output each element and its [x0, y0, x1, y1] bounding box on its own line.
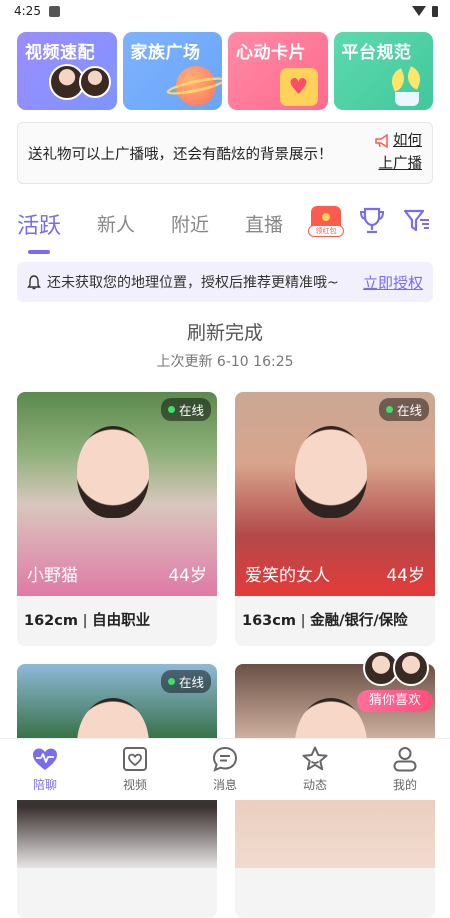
profile-nickname: 爱笑的女人	[245, 561, 330, 586]
profile-photo: 在线 小野猫 44岁	[17, 392, 217, 596]
online-dot-icon	[168, 406, 175, 413]
profile-job: 自由职业	[92, 613, 150, 629]
profile-icon	[391, 745, 419, 773]
guess-you-like-label: 猜你喜欢	[357, 690, 433, 712]
profile-card[interactable]: 在线 小野猫 44岁 162cm | 自由职业	[17, 392, 217, 646]
bell-icon	[27, 275, 41, 290]
heart-box-icon: ♥	[280, 68, 318, 106]
authorize-now-link[interactable]: 立即授权	[363, 272, 423, 293]
refresh-status: 刷新完成 上次更新 6-10 16:25	[0, 318, 450, 371]
profile-height: 163cm	[242, 613, 296, 629]
nav-label: 陪聊	[33, 776, 57, 793]
avatar	[393, 650, 429, 686]
wifi-icon	[412, 6, 426, 16]
nav-label: 动态	[303, 776, 327, 793]
online-label: 在线	[179, 400, 204, 419]
nav-item-chat-companion[interactable]: 陪聊	[0, 739, 90, 800]
avatar	[79, 66, 111, 98]
notification-icon	[49, 6, 60, 17]
how-to-link-line2: 上广播	[379, 156, 423, 172]
star-icon	[301, 745, 329, 773]
nav-item-video[interactable]: 视频	[90, 739, 180, 800]
heartbeat-icon	[31, 745, 59, 773]
nav-item-moments[interactable]: 动态	[270, 739, 360, 800]
profile-face	[77, 426, 149, 518]
profile-job: 金融/银行/保险	[310, 613, 408, 629]
coin-icon	[322, 213, 330, 221]
profile-info: 162cm | 自由职业	[17, 596, 217, 646]
platform-rules-title: 平台规范	[342, 38, 426, 63]
nav-item-profile[interactable]: 我的	[360, 739, 450, 800]
online-label: 在线	[179, 672, 204, 691]
location-permission-text: 还未获取您的地理位置，授权后推荐更精准哦~	[47, 272, 339, 292]
video-match-title: 视频速配	[25, 38, 109, 63]
plant-book-icon	[387, 68, 425, 106]
broadcast-notice-text: 送礼物可以上广播哦，还会有酷炫的背景展示！	[28, 143, 358, 164]
video-heart-icon	[121, 745, 149, 773]
bottom-nav: 陪聊 视频 消息 动态 我的	[0, 738, 450, 800]
tab-live[interactable]: 直播	[245, 198, 283, 237]
online-dot-icon	[386, 406, 393, 413]
family-square-card[interactable]: 家族广场	[123, 32, 223, 110]
heart-card-title: 心动卡片	[236, 38, 320, 63]
family-square-title: 家族广场	[131, 38, 215, 63]
category-tabs: 活跃 新人 附近 直播 领红包	[17, 198, 433, 254]
profile-face	[295, 426, 367, 518]
profile-card[interactable]: 在线 爱笑的女人 44岁 163cm | 金融/银行/保险	[235, 392, 435, 646]
tab-nearby[interactable]: 附近	[171, 198, 209, 237]
how-to-link-line1: 如何	[393, 133, 422, 149]
profile-info: 163cm | 金融/银行/保险	[235, 596, 435, 646]
megaphone-icon	[375, 134, 391, 148]
nav-label: 视频	[123, 776, 147, 793]
platform-rules-card[interactable]: 平台规范	[334, 32, 434, 110]
status-bar: 4:25	[0, 0, 450, 22]
nav-label: 我的	[393, 776, 417, 793]
red-packet-button[interactable]: 领红包	[311, 206, 341, 236]
video-match-card[interactable]: 视频速配	[17, 32, 117, 110]
nav-item-messages[interactable]: 消息	[180, 739, 270, 800]
nav-label: 消息	[213, 776, 237, 793]
tab-new[interactable]: 新人	[97, 198, 135, 237]
online-dot-icon	[168, 678, 175, 685]
online-badge: 在线	[161, 670, 211, 693]
online-label: 在线	[397, 400, 422, 419]
profile-height: 162cm	[24, 613, 78, 629]
refresh-title: 刷新完成	[0, 318, 450, 345]
profile-nickname: 小野猫	[27, 561, 78, 586]
profile-age: 44岁	[386, 561, 425, 586]
location-permission-bar: 还未获取您的地理位置，授权后推荐更精准哦~ 立即授权	[17, 262, 433, 302]
how-to-broadcast-link[interactable]: 如何 上广播	[358, 130, 422, 176]
guess-you-like-button[interactable]: 猜你喜欢	[357, 650, 433, 714]
profile-age: 44岁	[168, 561, 207, 586]
chat-icon	[211, 745, 239, 773]
profile-photo: 在线 爱笑的女人 44岁	[235, 392, 435, 596]
red-packet-tag: 领红包	[308, 225, 344, 237]
status-time: 4:25	[14, 4, 41, 18]
battery-icon	[432, 6, 438, 17]
online-badge: 在线	[161, 398, 211, 421]
filter-icon[interactable]	[403, 208, 431, 234]
online-badge: 在线	[379, 398, 429, 421]
broadcast-notice: 送礼物可以上广播哦，还会有酷炫的背景展示！ 如何 上广播	[17, 122, 433, 184]
quick-feature-row: 视频速配 家族广场 心动卡片 ♥ 平台规范	[17, 32, 433, 110]
tab-active[interactable]: 活跃	[17, 198, 61, 240]
heart-card-card[interactable]: 心动卡片 ♥	[228, 32, 328, 110]
trophy-icon[interactable]	[359, 207, 385, 235]
refresh-subtitle: 上次更新 6-10 16:25	[0, 351, 450, 371]
